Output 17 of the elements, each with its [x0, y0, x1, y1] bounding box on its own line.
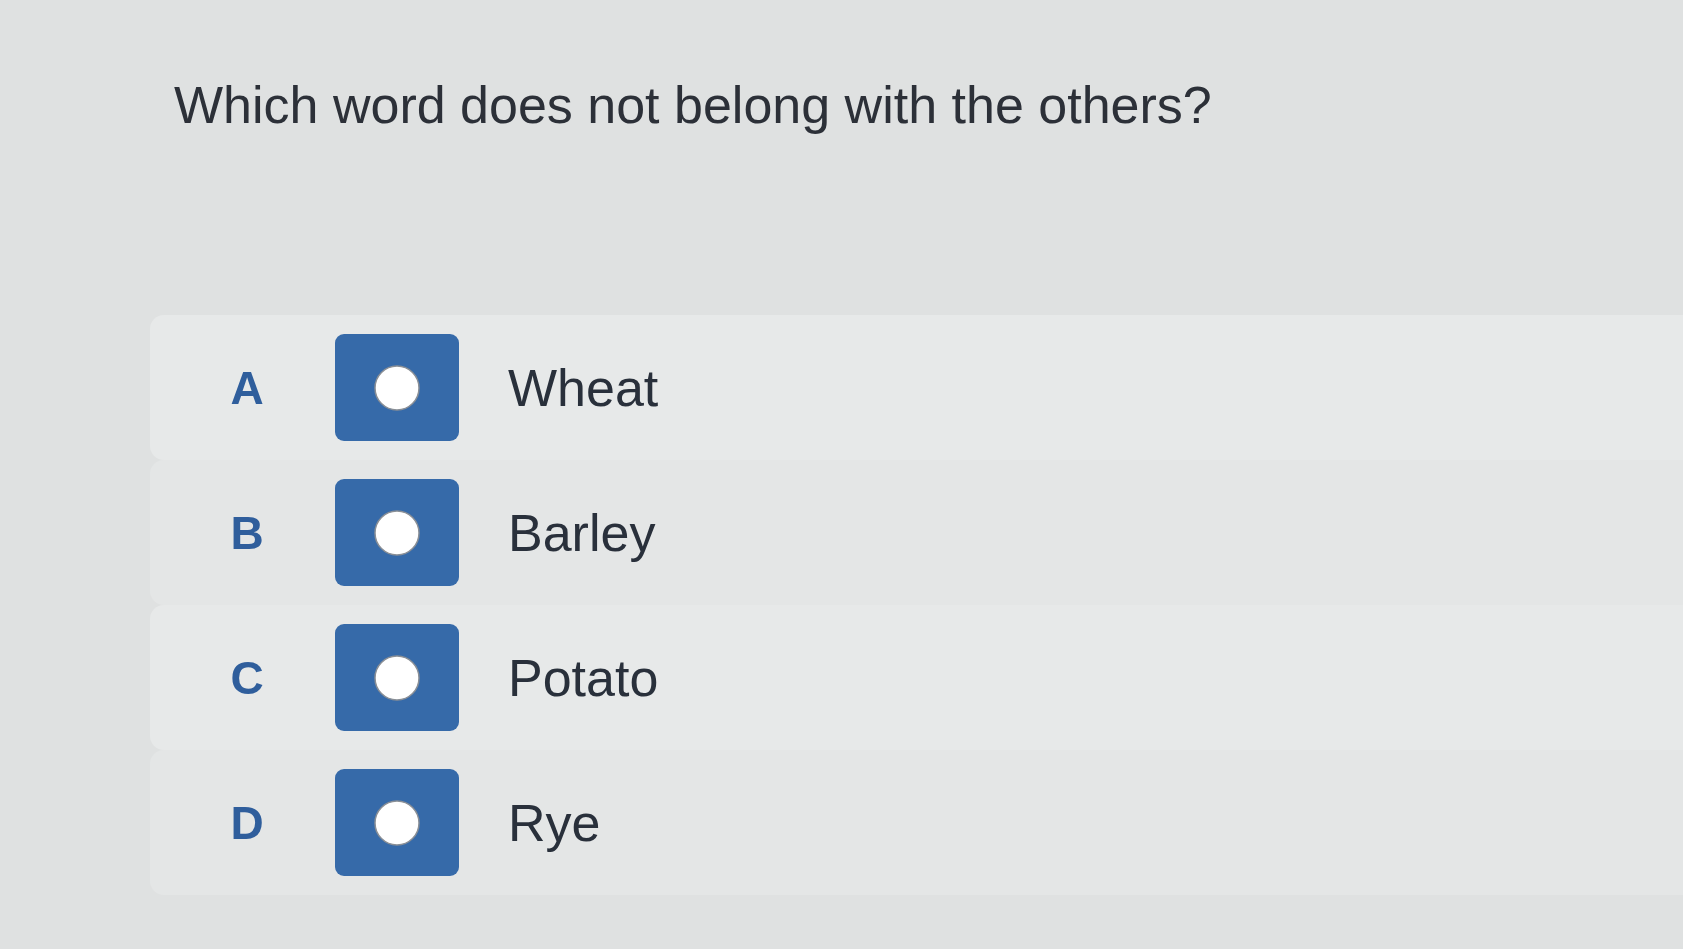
question-text: Which word does not belong with the others? [174, 75, 1212, 136]
option-label: Rye [508, 792, 601, 854]
option-letter: D [230, 799, 264, 846]
radio-circle-icon [374, 364, 420, 411]
radio-circle-icon [374, 654, 420, 701]
radio-button[interactable] [335, 769, 459, 877]
option-letter: C [230, 654, 264, 701]
option-letter: B [230, 509, 264, 556]
radio-button[interactable] [335, 624, 459, 732]
radio-button[interactable] [335, 334, 459, 442]
radio-circle-icon [374, 509, 420, 556]
option-label: Barley [508, 502, 656, 564]
option-label: Wheat [508, 357, 659, 419]
option-label: Potato [508, 647, 659, 709]
radio-circle-icon [374, 799, 420, 846]
radio-button[interactable] [335, 479, 459, 587]
option-letter: A [230, 364, 264, 411]
